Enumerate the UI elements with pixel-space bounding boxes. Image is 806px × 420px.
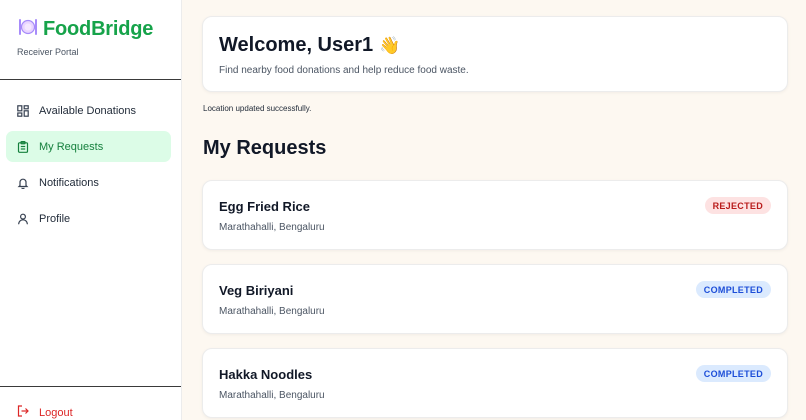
sidebar-item-label: Profile <box>39 212 71 225</box>
grid-icon <box>17 104 29 117</box>
clipboard-icon <box>17 140 29 153</box>
request-location: Marathahalli, Bengaluru <box>219 222 325 233</box>
status-message: Location updated successfully. <box>203 104 312 113</box>
welcome-subtitle: Find nearby food donations and help redu… <box>219 65 469 76</box>
brand-name: FoodBridge <box>43 18 154 40</box>
sidebar-item-notifications[interactable]: Notifications <box>6 167 171 198</box>
request-name: Egg Fried Rice <box>219 199 311 214</box>
sidebar-divider <box>0 79 181 80</box>
sidebar-divider <box>0 386 181 387</box>
request-card[interactable]: Veg Biriyani Marathahalli, Bengaluru COM… <box>202 264 788 334</box>
welcome-heading: Welcome, User1 <box>219 34 374 56</box>
logout-label: Logout <box>39 406 73 419</box>
sidebar-item-label: My Requests <box>39 140 104 153</box>
sidebar-item-profile[interactable]: Profile <box>6 203 171 234</box>
welcome-card: Welcome, User1 👋 Find nearby food donati… <box>202 16 788 92</box>
sidebar: FoodBridge Receiver Portal Available Don… <box>0 0 182 420</box>
request-location: Marathahalli, Bengaluru <box>219 390 325 401</box>
sidebar-item-label: Notifications <box>39 176 99 189</box>
plate-cutlery-icon <box>18 18 38 41</box>
request-name: Hakka Noodles <box>219 367 313 382</box>
bell-icon <box>17 177 29 189</box>
waving-hand-icon: 👋 <box>379 35 401 55</box>
welcome-title: Welcome, User1 👋 <box>219 34 400 57</box>
logout-icon <box>17 405 29 420</box>
request-location: Marathahalli, Bengaluru <box>219 306 325 317</box>
brand-logo[interactable]: FoodBridge <box>18 18 153 41</box>
page-title: My Requests <box>203 137 327 159</box>
status-badge: REJECTED <box>704 197 771 214</box>
status-badge: COMPLETED <box>695 281 771 298</box>
user-icon <box>17 213 29 225</box>
request-card[interactable]: Egg Fried Rice Marathahalli, Bengaluru R… <box>202 180 788 250</box>
status-badge: COMPLETED <box>695 365 771 382</box>
brand-subtitle: Receiver Portal <box>17 47 79 57</box>
sidebar-item-available-donations[interactable]: Available Donations <box>6 95 171 126</box>
request-name: Veg Biriyani <box>219 283 294 298</box>
sidebar-item-label: Available Donations <box>39 104 137 117</box>
logout-button[interactable]: Logout <box>17 405 73 420</box>
sidebar-item-my-requests[interactable]: My Requests <box>6 131 171 162</box>
request-card[interactable]: Hakka Noodles Marathahalli, Bengaluru CO… <box>202 348 788 418</box>
